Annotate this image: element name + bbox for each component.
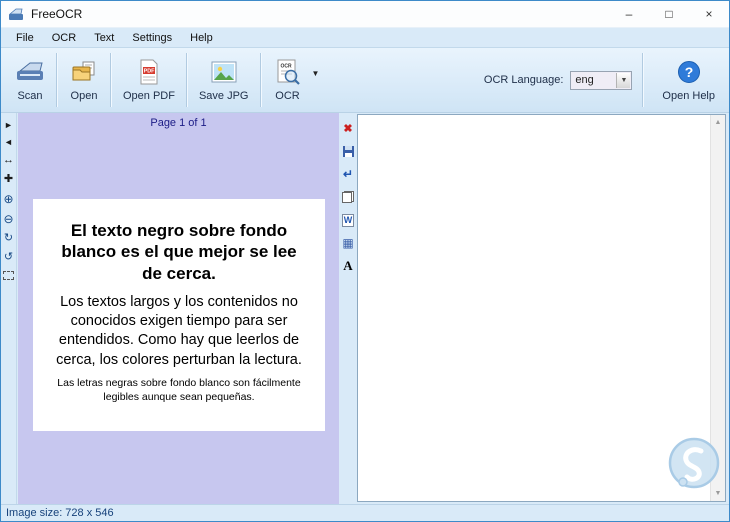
- toolbar-separator: [259, 53, 262, 107]
- save-jpg-button[interactable]: Save JPG: [191, 53, 257, 107]
- menu-file[interactable]: File: [7, 30, 43, 46]
- save-text-button[interactable]: [341, 144, 355, 158]
- fit-width-icon[interactable]: ↔: [2, 155, 16, 166]
- open-pdf-label: Open PDF: [123, 90, 175, 102]
- scanner-icon: [15, 58, 45, 86]
- freeocr-window: FreeOCR – □ × File OCR Text Settings Hel…: [0, 0, 730, 522]
- text-tool-strip: ✖ ↵ W ▦ A: [339, 113, 357, 504]
- export-table-button[interactable]: ▦: [341, 236, 355, 250]
- main-area: ► ◄ ↔ ✚ ⊕ ⊖ ↻ ↺ Page 1 of 1 El texto neg…: [1, 113, 729, 504]
- open-button[interactable]: Open: [61, 53, 107, 107]
- watermark-logo: [665, 436, 721, 497]
- open-pdf-button[interactable]: PDF Open PDF: [115, 53, 183, 107]
- export-word-button[interactable]: W: [341, 213, 355, 227]
- nav-previous-icon[interactable]: ◄: [2, 138, 16, 147]
- export-word-icon: W: [342, 213, 354, 227]
- rotate-cw-icon[interactable]: ↻: [2, 233, 16, 244]
- folder-open-icon: [71, 58, 97, 86]
- scan-label: Scan: [17, 90, 43, 102]
- document-footnote: Las letras negras sobre fondo blanco son…: [57, 376, 301, 403]
- zoom-in-icon[interactable]: ⊕: [2, 193, 16, 205]
- select-area-icon[interactable]: [3, 271, 14, 280]
- open-help-label: Open Help: [662, 90, 715, 102]
- menu-settings[interactable]: Settings: [123, 30, 181, 46]
- ocr-label: OCR: [275, 90, 300, 102]
- export-table-icon: ▦: [342, 236, 354, 250]
- ocr-icon-text: OCR: [280, 64, 292, 70]
- save-text-icon: [342, 145, 354, 157]
- menu-help[interactable]: Help: [181, 30, 222, 46]
- close-button[interactable]: ×: [689, 1, 729, 27]
- save-jpg-label: Save JPG: [198, 90, 249, 102]
- image-tool-strip: ► ◄ ↔ ✚ ⊕ ⊖ ↻ ↺: [1, 113, 17, 504]
- menu-text[interactable]: Text: [85, 30, 123, 46]
- ocr-output-panel: ▲ ▼: [357, 114, 726, 502]
- clear-text-icon: ✖: [343, 122, 353, 135]
- image-preview-panel[interactable]: Page 1 of 1 El texto negro sobre fondo b…: [18, 113, 339, 504]
- ocr-language-value: eng: [575, 74, 594, 86]
- ocr-output-textarea[interactable]: [358, 115, 710, 501]
- menu-ocr[interactable]: OCR: [43, 30, 85, 46]
- help-icon-glyph: ?: [684, 64, 693, 80]
- page-indicator: Page 1 of 1: [150, 117, 207, 129]
- ocr-language-select[interactable]: eng ▼: [570, 70, 633, 90]
- minimize-button[interactable]: –: [609, 1, 649, 27]
- send-to-editor-icon: ↵: [342, 167, 354, 181]
- scanned-document: El texto negro sobre fondo blanco es el …: [33, 199, 325, 431]
- copy-text-button[interactable]: [341, 190, 355, 204]
- toolbar-separator: [56, 53, 58, 107]
- nav-next-icon[interactable]: ►: [2, 121, 16, 130]
- toolbar: Scan Open PDF Open PDF Save JPG OCR OCR …: [1, 47, 729, 113]
- open-label: Open: [70, 90, 98, 102]
- combo-dropdown-icon[interactable]: ▼: [616, 72, 631, 88]
- image-size-status: Image size: 728 x 546: [6, 507, 114, 519]
- clear-text-button[interactable]: ✖: [341, 121, 355, 135]
- menubar: File OCR Text Settings Help: [1, 27, 729, 47]
- open-help-button[interactable]: ? Open Help: [654, 53, 723, 107]
- window-title: FreeOCR: [31, 7, 83, 21]
- rotate-ccw-icon[interactable]: ↺: [2, 252, 16, 263]
- toolbar-separator: [185, 53, 188, 107]
- pdf-icon-text: PDF: [144, 68, 155, 74]
- app-icon: [8, 6, 24, 22]
- document-heading: El texto negro sobre fondo blanco es el …: [61, 221, 297, 283]
- maximize-button[interactable]: □: [649, 1, 689, 27]
- ocr-button[interactable]: OCR OCR: [265, 53, 311, 107]
- titlebar: FreeOCR – □ ×: [1, 1, 729, 27]
- toolbar-separator: [110, 53, 112, 107]
- ocr-dropdown-arrow[interactable]: ▼: [311, 69, 324, 92]
- copy-text-icon: [342, 191, 354, 203]
- ocr-language-label: OCR Language:: [483, 74, 564, 86]
- help-icon: ?: [677, 58, 701, 86]
- pdf-document-icon: PDF: [138, 58, 160, 86]
- pan-move-icon[interactable]: ✚: [2, 174, 16, 185]
- scroll-up-icon[interactable]: ▲: [711, 115, 725, 130]
- statusbar: Image size: 728 x 546: [1, 504, 729, 521]
- send-to-editor-button[interactable]: ↵: [341, 167, 355, 181]
- toolbar-separator: [642, 53, 645, 107]
- font-settings-button[interactable]: A: [341, 258, 355, 273]
- font-settings-icon: A: [343, 258, 353, 273]
- toolbar-right-group: OCR Language: eng ▼ ? Open Help: [484, 53, 723, 107]
- scan-button[interactable]: Scan: [7, 53, 53, 107]
- ocr-magnifier-icon: OCR: [276, 58, 300, 86]
- document-body: Los textos largos y los contenidos no co…: [56, 293, 302, 368]
- picture-icon: [211, 58, 237, 86]
- zoom-out-icon[interactable]: ⊖: [2, 213, 16, 225]
